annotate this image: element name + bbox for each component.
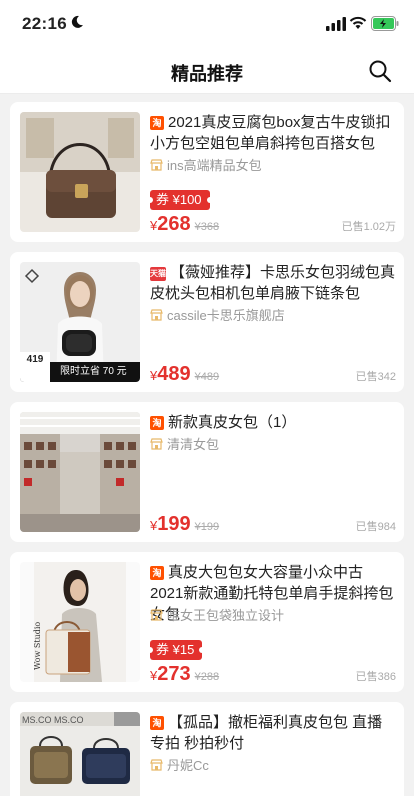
original-price: ¥199 <box>194 521 220 533</box>
shop-name-text: 唯女王包袋独立设计 <box>167 608 285 623</box>
product-card[interactable]: 419 限时立省 70 元 天猫 【薇娅推荐】卡思乐女包羽绒包真皮枕头包相机包单肩… <box>10 252 404 392</box>
search-icon[interactable] <box>368 59 392 83</box>
shop-name-text: cassile卡思乐旗舰店 <box>167 308 285 323</box>
product-title[interactable]: 淘 2021真皮豆腐包box复古牛皮锁扣小方包空姐包单肩斜挎包百搭女包 <box>150 112 396 154</box>
shop-name[interactable]: ins高端精品女包 <box>150 158 262 174</box>
nav-bar: 精品推荐 <box>0 48 414 94</box>
price: ¥268 ¥368 <box>150 212 219 236</box>
wifi-icon <box>349 16 367 29</box>
product-image[interactable]: MS.CO MS.CO <box>20 712 140 796</box>
tmall-icon: 天猫 <box>150 267 166 281</box>
product-image[interactable]: Wow Studio <box>20 562 140 682</box>
product-image[interactable]: 419 限时立省 70 元 <box>20 262 140 382</box>
original-price: ¥489 <box>194 371 220 383</box>
shop-name[interactable]: 唯女王包袋独立设计 <box>150 608 284 624</box>
product-image[interactable] <box>20 412 140 532</box>
taobao-icon: 淘 <box>150 566 164 580</box>
shop-icon <box>150 759 163 771</box>
sold-count: 已售1.02万 <box>341 221 396 233</box>
sold-count: 已售342 <box>355 371 396 383</box>
shop-name-text: 清清女包 <box>167 437 220 452</box>
battery-icon <box>371 16 399 31</box>
taobao-icon: 淘 <box>150 416 164 430</box>
sold-count: 已售984 <box>355 521 396 533</box>
current-price: 199 <box>157 513 191 535</box>
current-price: 273 <box>157 663 191 685</box>
product-image[interactable] <box>20 112 140 232</box>
product-title[interactable]: 淘【孤品】撤柜福利真皮包包 直播专拍 秒拍秒付 <box>150 712 396 754</box>
original-price: ¥288 <box>194 671 220 683</box>
store-interior-image <box>20 412 140 532</box>
taobao-icon: 淘 <box>150 716 164 730</box>
moon-icon <box>71 15 83 28</box>
svg-text:Wow Studio: Wow Studio <box>33 622 42 670</box>
bag-image <box>20 112 140 232</box>
original-price: ¥368 <box>194 221 220 233</box>
current-price: 268 <box>157 213 191 235</box>
promo-banner: 419 限时立省 70 元 <box>20 352 140 382</box>
promo-price: 419 <box>20 352 50 382</box>
product-title[interactable]: 淘新款真皮女包（1） <box>150 412 396 433</box>
shop-icon <box>150 438 163 450</box>
coupon-badge[interactable]: 券 ¥100 <box>147 190 213 210</box>
shop-name[interactable]: cassile卡思乐旗舰店 <box>150 308 285 324</box>
status-time: 22:16 <box>22 14 67 33</box>
sold-count: 已售386 <box>355 671 396 683</box>
shop-icon <box>150 609 163 621</box>
promo-text: 限时立省 70 元 <box>60 366 127 377</box>
product-title-text: 2021真皮豆腐包box复古牛皮锁扣小方包空姐包单肩斜挎包百搭女包 <box>150 114 391 152</box>
price: ¥489 ¥489 <box>150 362 219 386</box>
product-title-text: 【孤品】撤柜福利真皮包包 直播专拍 秒拍秒付 <box>150 714 383 752</box>
shop-name-text: ins高端精品女包 <box>167 158 262 173</box>
svg-text:MS.CO MS.CO: MS.CO MS.CO <box>22 715 84 725</box>
product-title-text: 新款真皮女包（1） <box>168 414 297 431</box>
product-card[interactable]: 淘新款真皮女包（1） 清清女包 ¥199 ¥199 已售984 <box>10 402 404 542</box>
model-with-tote-image: Wow Studio <box>20 562 140 682</box>
price: ¥273 ¥288 <box>150 662 219 686</box>
shop-name[interactable]: 清清女包 <box>150 437 219 453</box>
bags-display-image: MS.CO MS.CO <box>20 712 140 796</box>
shop-name-text: 丹妮Cc <box>167 758 209 773</box>
product-card[interactable]: 淘 2021真皮豆腐包box复古牛皮锁扣小方包空姐包单肩斜挎包百搭女包 ins高端… <box>10 102 404 242</box>
status-bar: 22:16 <box>0 0 414 48</box>
taobao-icon: 淘 <box>150 116 164 130</box>
product-card[interactable]: MS.CO MS.CO 淘【孤品】撤柜福利真皮包包 直播专拍 秒拍秒付 丹妮Cc <box>10 702 404 796</box>
product-title[interactable]: 天猫 【薇娅推荐】卡思乐女包羽绒包真皮枕头包相机包单肩腋下链条包 <box>150 262 396 304</box>
signal-icon <box>326 17 346 31</box>
coupon-badge[interactable]: 券 ¥15 <box>146 640 206 660</box>
shop-name[interactable]: 丹妮Cc <box>150 758 209 774</box>
current-price: 489 <box>157 363 191 385</box>
shop-icon <box>150 309 163 321</box>
product-card[interactable]: Wow Studio 淘真皮大包包女大容量小众中古2021新款通勤托特包单肩手提… <box>10 552 404 692</box>
price: ¥199 ¥199 <box>150 512 219 536</box>
page-title: 精品推荐 <box>171 64 243 84</box>
product-title-text: 【薇娅推荐】卡思乐女包羽绒包真皮枕头包相机包单肩腋下链条包 <box>150 264 396 302</box>
shop-icon <box>150 159 163 171</box>
